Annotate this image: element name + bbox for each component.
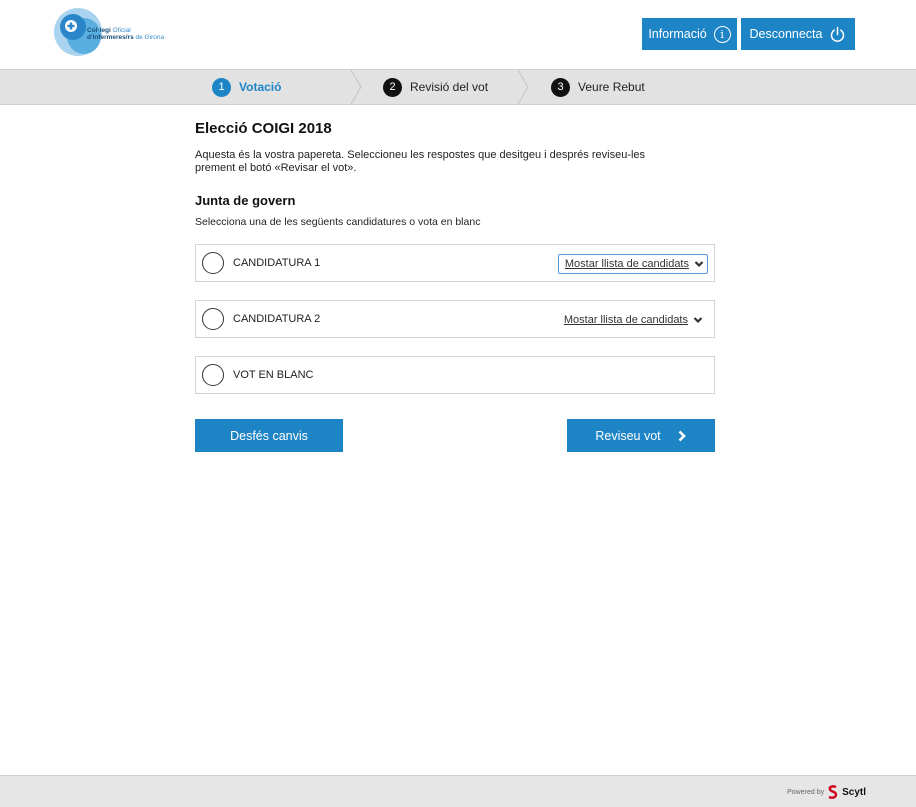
option-vot-en-blanc[interactable]: VOT EN BLANC (195, 356, 715, 394)
chevron-down-icon (694, 261, 704, 268)
step-voting: 1 Votació (212, 70, 281, 104)
option-label: CANDIDATURA 2 (233, 313, 321, 325)
progress-steps: 1 Votació 2 Revisió del vot 3 Veure Rebu… (0, 69, 916, 105)
college-logo[interactable]: Col·legi Oficial d'Infermeres/rs de Giro… (54, 6, 204, 58)
step-number: 1 (212, 77, 231, 97)
undo-changes-button[interactable]: Desfés canvis (195, 419, 343, 452)
page-title: Elecció COIGI 2018 (195, 120, 332, 137)
chevron-down-icon (693, 317, 703, 324)
step-separator-icon (517, 70, 529, 104)
intro-text: Aquesta és la vostra papereta. Seleccion… (195, 149, 646, 174)
option-candidatura-1[interactable]: CANDIDATURA 1 Mostar llista de candidats (195, 244, 715, 282)
logout-button[interactable]: Desconnecta (741, 18, 855, 50)
radio-button[interactable] (202, 364, 224, 386)
info-button-label: Informació (648, 27, 707, 41)
logo-text: Col·legi Oficial d'Infermeres/rs de Giro… (87, 27, 165, 41)
ballot-content: Elecció COIGI 2018 Aquesta és la vostra … (195, 120, 715, 228)
footer: Powered by Scytl (0, 775, 916, 807)
option-candidatura-2[interactable]: CANDIDATURA 2 Mostar llista de candidats (195, 300, 715, 338)
step-label: Votació (239, 80, 282, 94)
show-candidates-link[interactable]: Mostar llista de candidats (557, 254, 708, 274)
scytl-brand: Scytl (842, 786, 866, 798)
step-number: 2 (383, 77, 402, 97)
logout-button-label: Desconnecta (749, 27, 823, 41)
step-receipt: 3 Veure Rebut (551, 70, 645, 104)
section-title: Junta de govern (195, 193, 296, 208)
step-label: Revisió del vot (410, 80, 489, 94)
power-icon (831, 26, 845, 42)
step-number: 3 (551, 77, 570, 97)
instruction-text: Selecciona una de les següents candidatu… (195, 216, 481, 228)
step-separator-icon (350, 70, 362, 104)
step-review: 2 Revisió del vot (383, 70, 488, 104)
option-label: CANDIDATURA 1 (233, 257, 321, 269)
radio-button[interactable] (202, 308, 224, 330)
step-label: Veure Rebut (578, 80, 645, 94)
header: Col·legi Oficial d'Infermeres/rs de Giro… (0, 0, 916, 69)
info-icon: i (713, 25, 731, 43)
radio-button[interactable] (202, 252, 224, 274)
option-label: VOT EN BLANC (233, 369, 314, 381)
scytl-logo-icon (828, 785, 838, 799)
review-vote-button[interactable]: Reviseu vot (567, 419, 715, 452)
chevron-right-icon (678, 430, 686, 441)
show-candidates-link[interactable]: Mostar llista de candidats (558, 310, 706, 330)
powered-by: Powered by Scytl (787, 785, 866, 799)
info-button[interactable]: Informació i (642, 18, 737, 50)
